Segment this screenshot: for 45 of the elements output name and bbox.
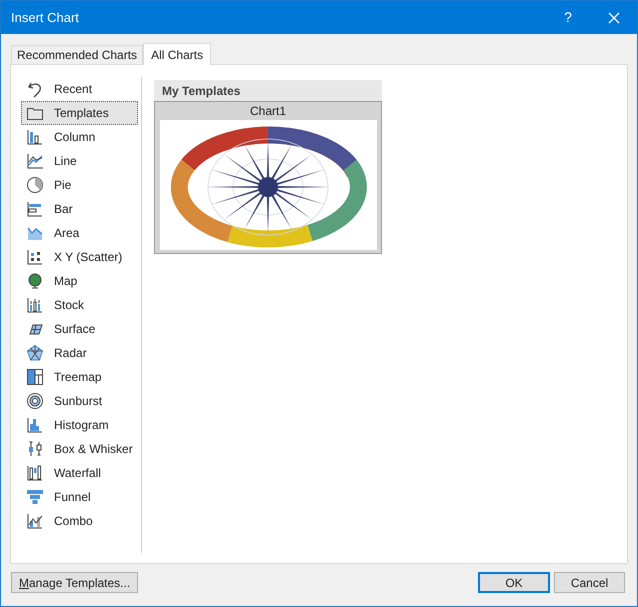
bar-chart-icon xyxy=(26,200,44,218)
chart-type-item[interactable]: Sunburst xyxy=(21,389,138,413)
window-title: Insert Chart xyxy=(11,8,80,27)
histogram-icon xyxy=(26,416,44,434)
chart-type-item[interactable]: Waterfall xyxy=(21,461,138,485)
chart-type-item[interactable]: Templates xyxy=(21,101,138,125)
section-header: My Templates xyxy=(154,80,382,101)
chart-type-item[interactable]: Stock xyxy=(21,293,138,317)
tab[interactable]: All Charts xyxy=(143,43,212,65)
manage-templates-button[interactable]: Manage Templates... xyxy=(11,572,138,593)
template-tile[interactable]: Chart1 xyxy=(154,101,382,254)
chart-type-item[interactable]: Treemap xyxy=(21,365,138,389)
ok-button[interactable]: OK xyxy=(478,572,550,593)
close-icon xyxy=(608,12,620,24)
combo-chart-icon xyxy=(26,512,44,530)
pie-chart-icon xyxy=(26,176,44,194)
globe-icon xyxy=(26,272,44,290)
chart-type-item[interactable]: Map xyxy=(21,269,138,293)
sunburst-chart-icon xyxy=(26,392,44,410)
chart-type-item[interactable]: Box & Whisker xyxy=(21,437,138,461)
chart-type-item[interactable]: Pie xyxy=(21,173,138,197)
chart-type-item[interactable]: X Y (Scatter) xyxy=(21,245,138,269)
line-chart-icon xyxy=(26,152,44,170)
chart-type-item[interactable]: Bar xyxy=(21,197,138,221)
tab[interactable]: Recommended Charts xyxy=(11,45,144,64)
cancel-button[interactable]: Cancel xyxy=(554,572,625,593)
chart-type-item[interactable]: Recent xyxy=(21,77,138,101)
radar-chart-icon xyxy=(26,344,44,362)
scatter-chart-icon xyxy=(26,248,44,266)
chart-type-item[interactable]: Surface xyxy=(21,317,138,341)
stock-chart-icon xyxy=(26,296,44,314)
chart-type-item[interactable]: Funnel xyxy=(21,485,138,509)
chart-type-item[interactable]: Line xyxy=(21,149,138,173)
undo-arrow-icon xyxy=(26,80,44,98)
chart-type-item[interactable]: Column xyxy=(21,125,138,149)
chart-type-item[interactable]: Combo xyxy=(21,509,138,533)
treemap-chart-icon xyxy=(26,368,44,386)
column-chart-icon xyxy=(26,128,44,146)
help-button[interactable]: ? xyxy=(545,1,591,34)
funnel-chart-icon xyxy=(26,488,44,506)
box-whisker-icon xyxy=(26,440,44,458)
chart-type-item[interactable]: Area xyxy=(21,221,138,245)
waterfall-chart-icon xyxy=(26,464,44,482)
chart-type-item[interactable]: Histogram xyxy=(21,413,138,437)
chart-type-item[interactable]: Radar xyxy=(21,341,138,365)
